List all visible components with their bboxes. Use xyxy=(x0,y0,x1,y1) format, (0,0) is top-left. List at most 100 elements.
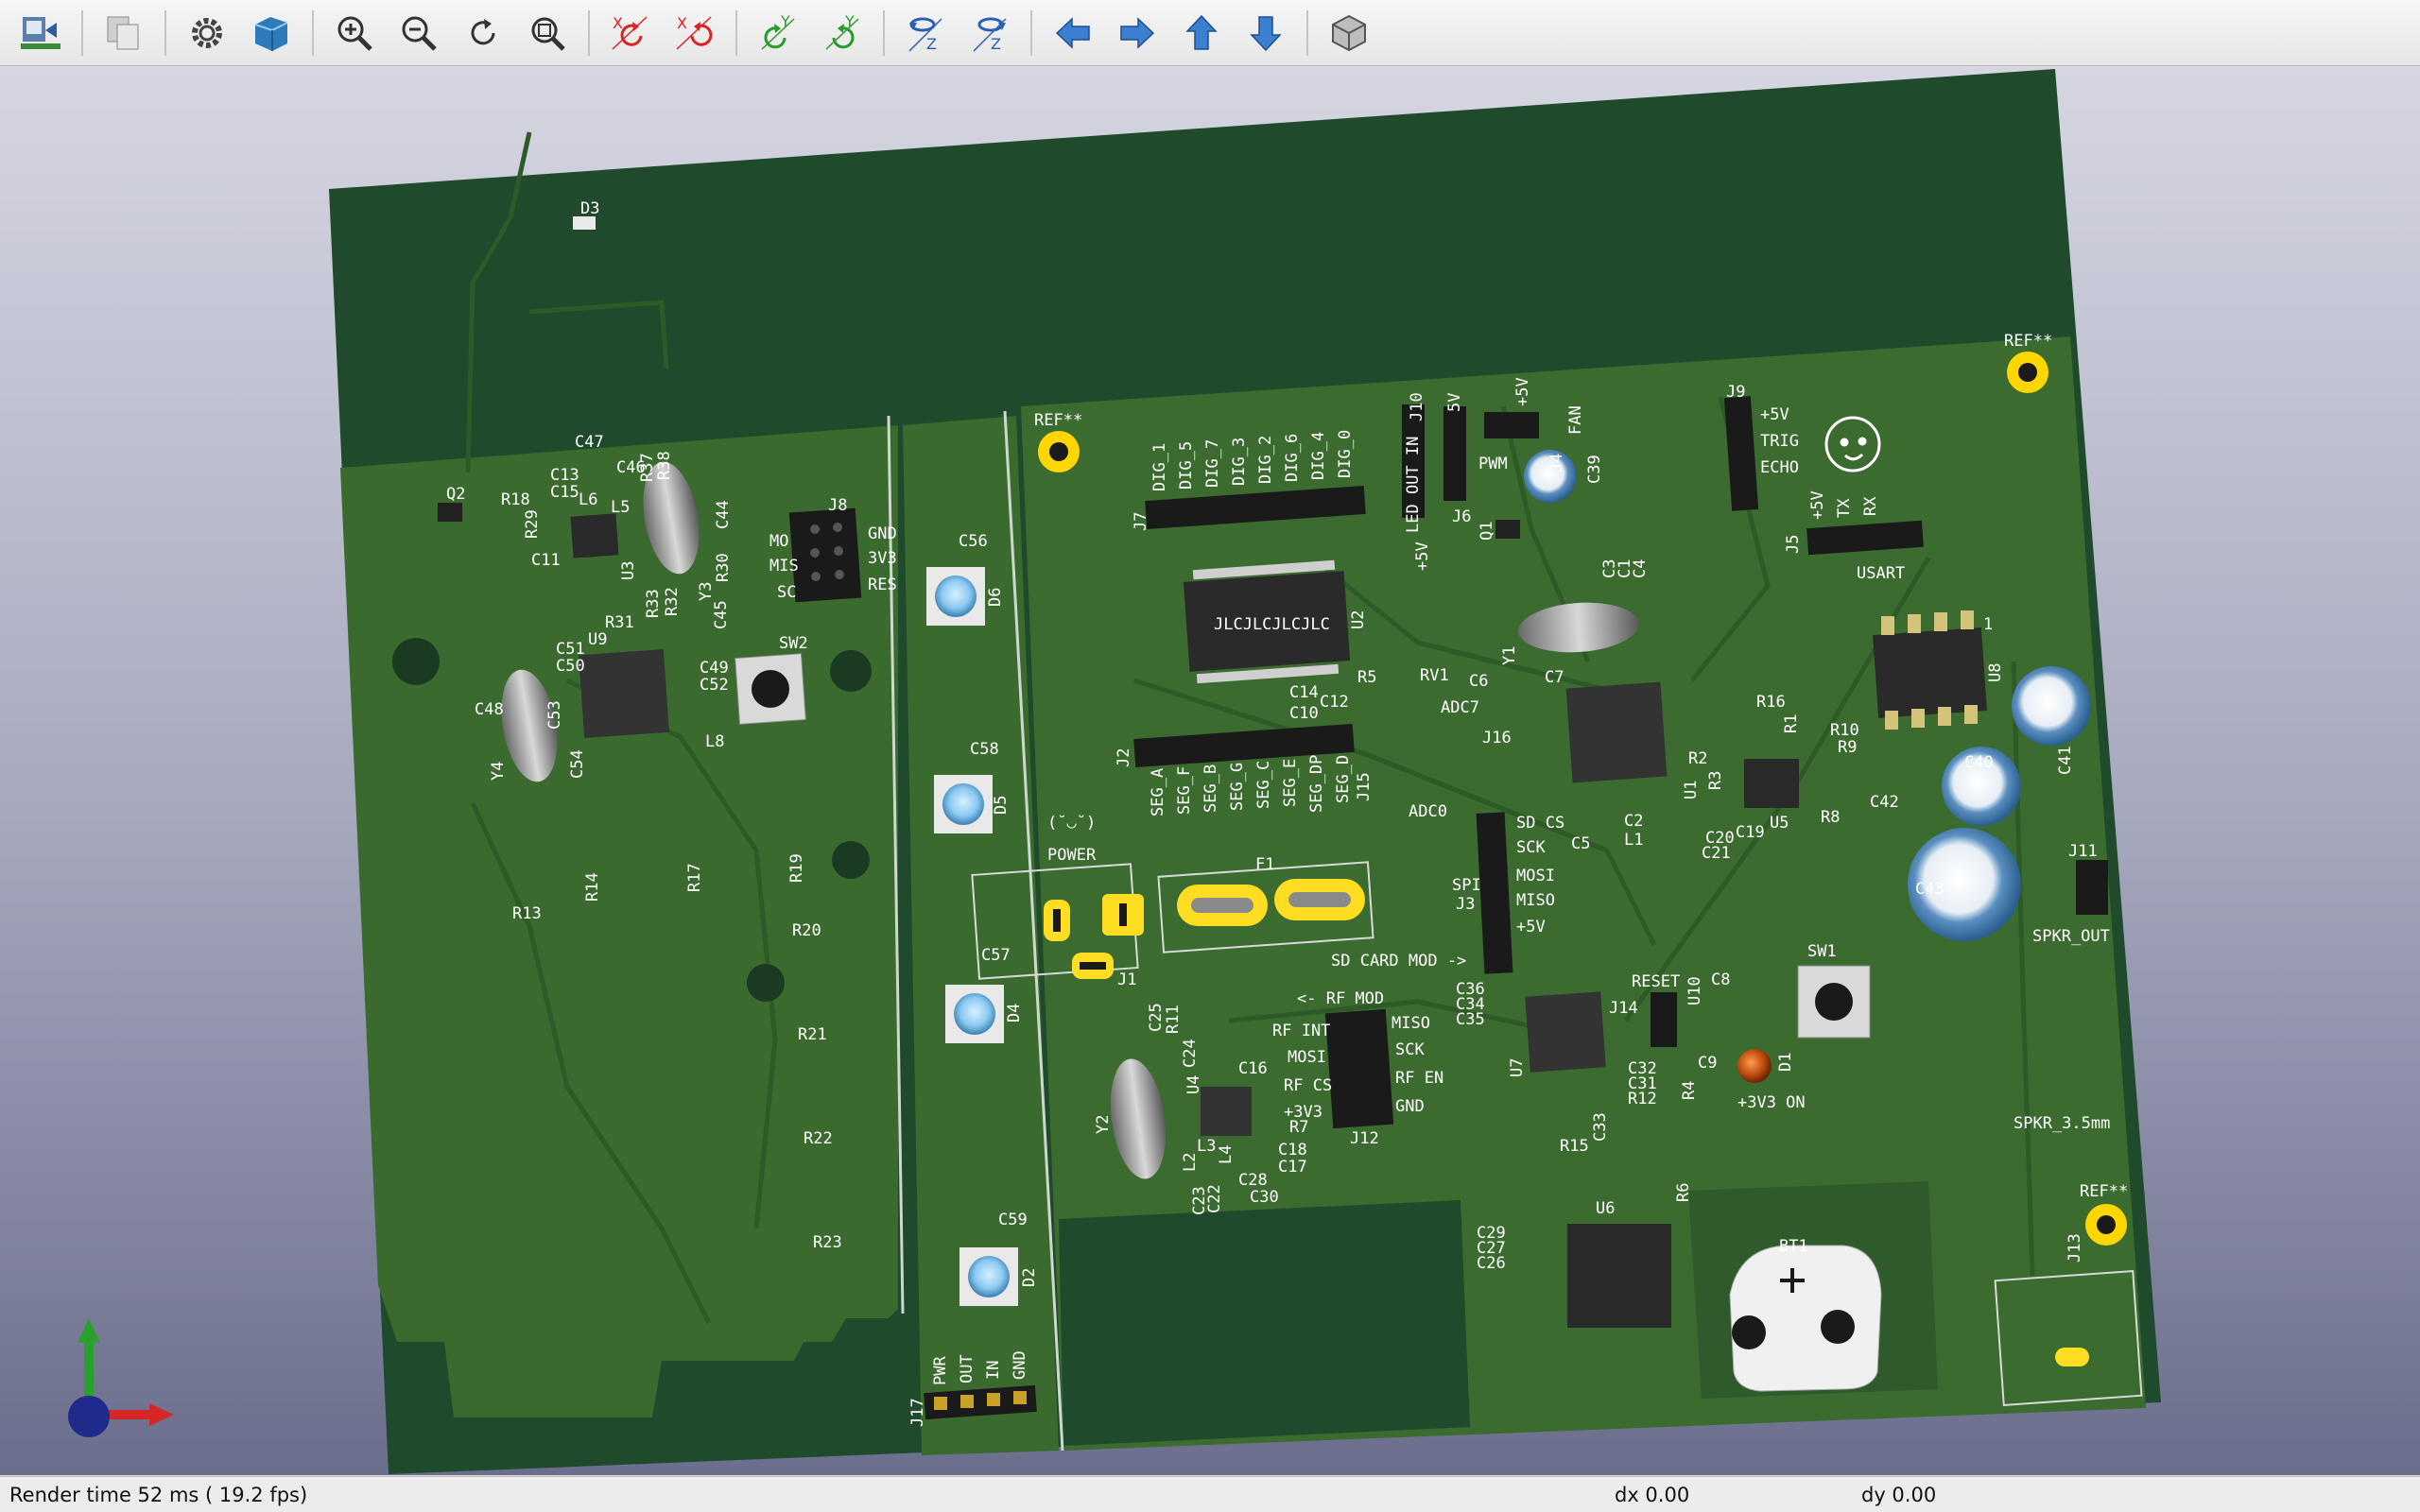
reload-board-icon[interactable] xyxy=(13,6,68,60)
label-seg-g: SEG_G xyxy=(1228,763,1247,811)
label-c50: C50 xyxy=(556,657,585,676)
label-j9: J9 xyxy=(1726,383,1745,402)
label-c43: C43 xyxy=(1915,880,1945,899)
label-c19: C19 xyxy=(1736,823,1765,842)
label-j17-gnd: GND xyxy=(1011,1350,1029,1380)
label-c24: C24 xyxy=(1181,1039,1200,1068)
move-down-icon[interactable] xyxy=(1238,6,1293,60)
raytracing-icon[interactable] xyxy=(244,6,299,60)
label-dig-5: DIG_5 xyxy=(1177,441,1196,490)
3d-viewport[interactable]: D3 Q2 R18 C47 C13 C15 C46 L6 L5 R29 C11 … xyxy=(0,67,2420,1475)
label-j9-echo: ECHO xyxy=(1760,458,1799,477)
dy-readout: dy 0.00 xyxy=(1861,1484,1937,1506)
zoom-out-icon[interactable] xyxy=(391,6,446,60)
label-c42: C42 xyxy=(1870,793,1899,812)
label-plus5v-b: 5V xyxy=(1445,393,1464,412)
label-spkr-out: SPKR_OUT xyxy=(2032,927,2110,946)
label-y3: Y3 xyxy=(697,582,716,601)
label-c41: C41 xyxy=(2056,746,2075,775)
label-u3: U3 xyxy=(619,561,638,580)
label-r3: R3 xyxy=(1706,771,1725,790)
toolbar: X X Y Y Z Z xyxy=(0,0,2420,66)
label-rf-cs: RF CS xyxy=(1284,1076,1332,1095)
label-c15: C15 xyxy=(550,483,579,502)
label-d1: D1 xyxy=(1776,1053,1795,1072)
label-c54: C54 xyxy=(568,749,587,779)
label-j8: J8 xyxy=(828,496,847,515)
label-u5: U5 xyxy=(1770,814,1789,833)
label-c57: C57 xyxy=(981,946,1011,965)
move-left-icon[interactable] xyxy=(1046,6,1100,60)
label-reset: RESET xyxy=(1632,972,1680,991)
label-r1: R1 xyxy=(1782,714,1801,733)
move-up-icon[interactable] xyxy=(1174,6,1229,60)
label-seg-f: SEG_F xyxy=(1175,766,1194,815)
label-pwm: PWM xyxy=(1478,455,1508,473)
rotate-y-ccw-icon[interactable]: Y xyxy=(815,6,870,60)
label-rf-en: RF EN xyxy=(1395,1069,1443,1088)
toolbar-separator xyxy=(588,9,590,56)
label-r37: R37 xyxy=(638,453,657,482)
label-plus5v-a: +5V xyxy=(1413,541,1432,571)
rotate-z-cw-icon[interactable]: Z xyxy=(898,6,953,60)
d1-led xyxy=(1737,1049,1772,1083)
rotate-x-cw-icon[interactable]: X xyxy=(603,6,658,60)
toolbar-separator xyxy=(164,9,166,56)
label-l6: L6 xyxy=(579,490,597,509)
rotate-x-ccw-icon[interactable]: X xyxy=(667,6,722,60)
label-c14: C14 xyxy=(1289,683,1319,702)
label-r32: R32 xyxy=(663,587,682,616)
label-r10: R10 xyxy=(1830,721,1859,740)
label-sck: SCK xyxy=(1516,838,1546,857)
label-j15: J15 xyxy=(1355,772,1374,801)
label-d6: D6 xyxy=(986,588,1005,607)
label-c6: C6 xyxy=(1469,672,1488,691)
toolbar-separator xyxy=(735,9,737,56)
j8-header xyxy=(788,507,862,603)
rotate-y-cw-icon[interactable]: Y xyxy=(751,6,805,60)
ortho-view-icon[interactable] xyxy=(1322,6,1376,60)
label-power: POWER xyxy=(1047,846,1097,865)
label-y2: Y2 xyxy=(1094,1115,1113,1134)
zoom-fit-icon[interactable] xyxy=(520,6,575,60)
label-j8-3v3: 3V3 xyxy=(868,549,897,568)
u6-ic xyxy=(1567,1224,1671,1328)
label-led-out-in: LED OUT IN xyxy=(1404,437,1423,533)
toolbar-separator xyxy=(1306,9,1308,56)
u1-mcu xyxy=(1565,681,1668,783)
label-r16: R16 xyxy=(1756,693,1786,712)
label-rf-int: RF INT xyxy=(1272,1022,1330,1040)
zoom-in-icon[interactable] xyxy=(327,6,382,60)
label-c18: C18 xyxy=(1278,1141,1307,1160)
j14-header xyxy=(1651,992,1677,1047)
d3-led xyxy=(573,216,596,230)
q1-transistor xyxy=(1495,520,1520,539)
label-r13: R13 xyxy=(512,904,542,923)
move-right-icon[interactable] xyxy=(1110,6,1165,60)
label-seg-b: SEG_B xyxy=(1201,765,1220,813)
label-dig-4: DIG_4 xyxy=(1309,432,1328,480)
label-j10: J10 xyxy=(1408,392,1426,421)
label-u10: U10 xyxy=(1685,976,1704,1005)
label-r12: R12 xyxy=(1628,1090,1657,1108)
rotate-z-ccw-icon[interactable]: Z xyxy=(962,6,1017,60)
label-l3: L3 xyxy=(1197,1137,1216,1156)
label-r21: R21 xyxy=(798,1025,827,1044)
label-spi: SPI xyxy=(1452,876,1481,895)
label-c51: C51 xyxy=(556,640,585,659)
label-c8: C8 xyxy=(1711,971,1730,989)
u4-ic xyxy=(1201,1087,1252,1136)
copy-image-icon[interactable] xyxy=(96,6,151,60)
label-sd-card-mod: SD CARD MOD -> xyxy=(1331,952,1466,971)
settings-icon[interactable] xyxy=(180,6,234,60)
label-sd-cs: SD CS xyxy=(1516,814,1564,833)
toolbar-separator xyxy=(883,9,885,56)
svg-text:Z: Z xyxy=(926,35,937,53)
label-ref-2: REF** xyxy=(2004,332,2052,351)
label-c30: C30 xyxy=(1250,1188,1279,1207)
redraw-icon[interactable] xyxy=(456,6,510,60)
label-d5: D5 xyxy=(992,796,1011,815)
u9-ic xyxy=(579,648,669,739)
label-j5-5v: +5V xyxy=(1808,490,1827,520)
label-d4: D4 xyxy=(1005,1004,1024,1022)
